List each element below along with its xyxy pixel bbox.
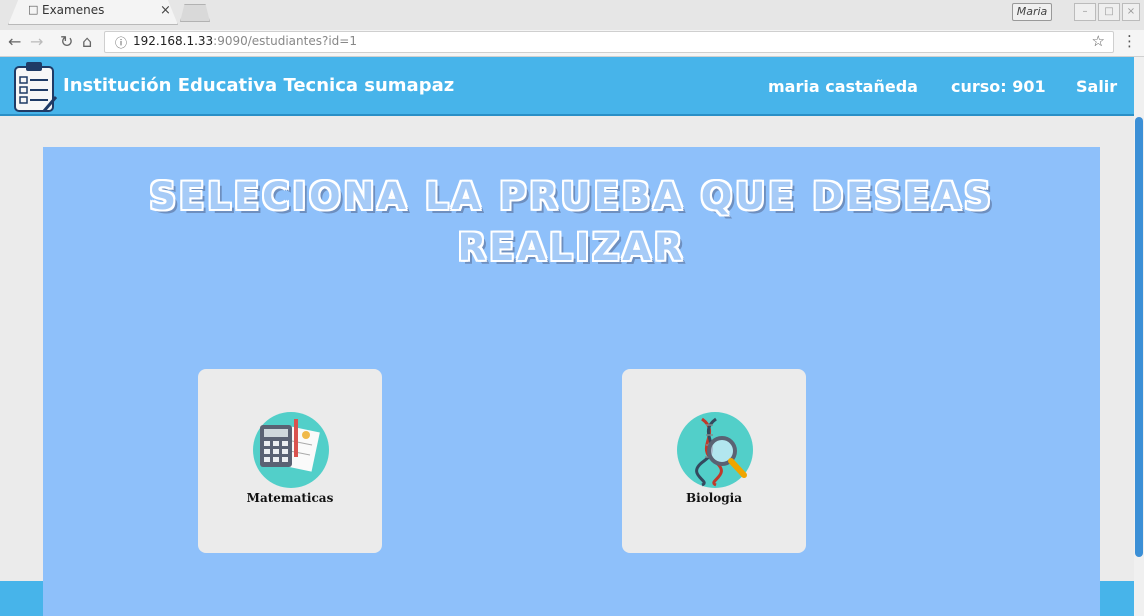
close-window-icon[interactable]: × bbox=[1122, 3, 1140, 21]
exam-selection-panel: SELECIONA LA PRUEBA QUE DESEAS REALIZAR … bbox=[43, 147, 1100, 616]
brand-title: Institución Educativa Tecnica sumapaz bbox=[63, 75, 455, 96]
calculator-icon bbox=[253, 412, 329, 488]
profile-badge[interactable]: Maria bbox=[1012, 3, 1052, 21]
course-label: curso: 901 bbox=[951, 77, 1046, 96]
url-host: 192.168.1.33 bbox=[133, 34, 214, 48]
maximize-icon[interactable]: □ bbox=[1098, 3, 1120, 21]
back-arrow-icon[interactable]: ← bbox=[8, 32, 21, 51]
dna-magnifier-icon bbox=[677, 412, 753, 488]
exam-card-label: Biologia bbox=[686, 491, 742, 505]
school-logo-icon bbox=[14, 62, 58, 112]
info-icon[interactable]: ⓘ bbox=[115, 34, 127, 51]
home-icon[interactable]: ⌂ bbox=[82, 32, 92, 51]
forward-arrow-icon[interactable]: → bbox=[30, 32, 43, 51]
menu-dots-icon[interactable]: ⋮ bbox=[1122, 32, 1137, 50]
user-name: maria castañeda bbox=[768, 77, 918, 96]
page-icon: □ bbox=[28, 3, 39, 16]
address-bar[interactable]: ⓘ 192.168.1.33:9090/estudiantes?id=1 ☆ bbox=[104, 31, 1114, 53]
page-heading: SELECIONA LA PRUEBA QUE DESEAS REALIZAR bbox=[149, 175, 994, 269]
logout-link[interactable]: Salir bbox=[1076, 77, 1117, 96]
site-header: Institución Educativa Tecnica sumapaz ma… bbox=[0, 57, 1134, 116]
url-path: :9090/estudiantes?id=1 bbox=[213, 34, 357, 48]
tab-title[interactable]: Examenes bbox=[42, 3, 104, 17]
new-tab-button[interactable] bbox=[180, 4, 210, 22]
exam-card-label: Matematicas bbox=[246, 491, 334, 505]
browser-tabstrip: □ Examenes × Maria – □ × bbox=[0, 0, 1144, 30]
tab-close-icon[interactable]: × bbox=[160, 3, 171, 18]
star-icon[interactable]: ☆ bbox=[1092, 32, 1105, 50]
reload-icon[interactable]: ↻ bbox=[60, 32, 73, 51]
page-scrollbar[interactable] bbox=[1134, 57, 1144, 616]
minimize-icon[interactable]: – bbox=[1074, 3, 1096, 21]
exam-card-biologia[interactable]: Biologia bbox=[622, 369, 806, 553]
exam-card-matematicas[interactable]: Matematicas bbox=[198, 369, 382, 553]
url-text[interactable]: 192.168.1.33:9090/estudiantes?id=1 bbox=[133, 34, 357, 48]
scroll-thumb[interactable] bbox=[1135, 117, 1143, 557]
